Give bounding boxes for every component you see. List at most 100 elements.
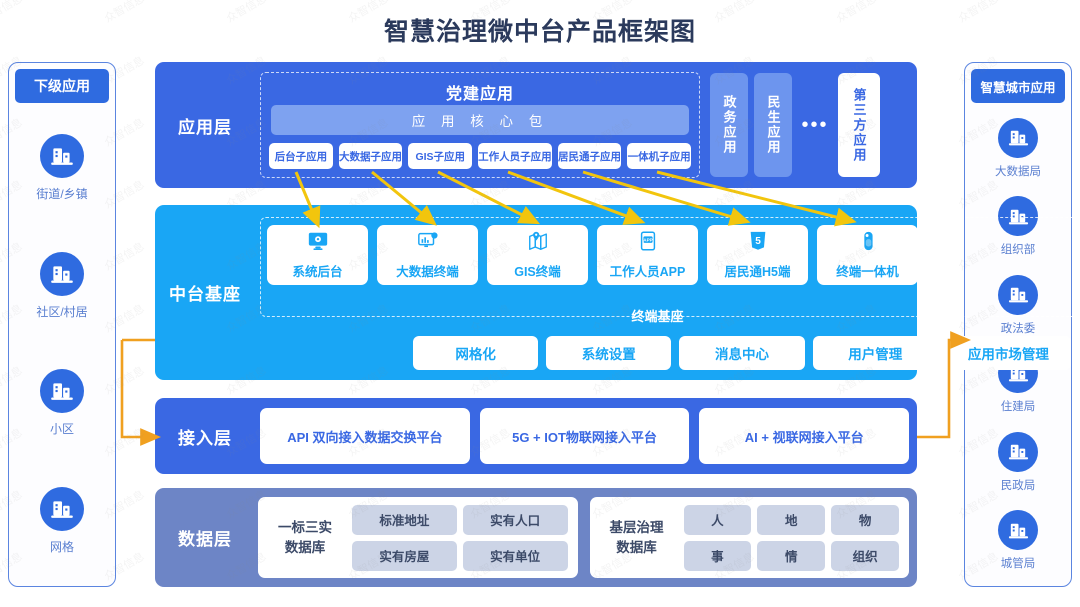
terminal-card-label: 大数据终端 bbox=[396, 265, 459, 279]
building-icon bbox=[40, 487, 84, 532]
sidebar-item-civil-affairs[interactable]: 民政局 bbox=[998, 431, 1038, 493]
service-message-center[interactable]: 消息中心 bbox=[679, 336, 805, 370]
sidebar-item-label: 城管局 bbox=[1000, 558, 1036, 571]
database-cell-list: 标准地址 实有人口 实有房屋 实有单位 bbox=[352, 504, 568, 571]
terminal-card-kiosk[interactable]: 终端一体机 bbox=[817, 225, 918, 285]
building-icon bbox=[40, 133, 84, 178]
database-cell[interactable]: 组织 bbox=[831, 540, 899, 571]
middle-platform-layer-label: 中台基座 bbox=[169, 285, 241, 304]
left-sidebar-panel: 下级应用 街道/乡镇 社区/村居 小区 网格 bbox=[8, 62, 116, 587]
left-connector-elbow bbox=[120, 340, 161, 446]
service-app-market[interactable]: 应用市场管理 bbox=[945, 336, 1072, 370]
mobile-app-icon: APP bbox=[637, 230, 659, 257]
svg-text:5: 5 bbox=[755, 236, 761, 247]
kiosk-icon bbox=[857, 230, 879, 257]
sub-app-chip[interactable]: 居民通子应用 bbox=[557, 143, 622, 169]
database-group-title: 一标三实 数据库 bbox=[268, 518, 342, 557]
sidebar-item-district[interactable]: 小区 bbox=[40, 369, 84, 437]
terminal-card-system-backend[interactable]: 系统后台 bbox=[267, 225, 368, 285]
terminal-base-label: 终端基座 bbox=[631, 309, 684, 324]
ellipsis-icon: ••• bbox=[801, 114, 829, 136]
terminal-card-h5[interactable]: 5 居民通H5端 bbox=[707, 225, 808, 285]
database-cell-list: 人 地 物 事 情 组织 bbox=[683, 504, 899, 571]
database-cell[interactable]: 地 bbox=[757, 504, 826, 535]
application-layer-label: 应用层 bbox=[178, 117, 232, 137]
sub-app-chip[interactable]: 大数据子应用 bbox=[338, 143, 403, 169]
service-user-management[interactable]: 用户管理 bbox=[812, 336, 938, 370]
terminal-card-list: 系统后台 大数据终端 GIS终端 APP 工作人员APP 5 居民通H5端 终端… bbox=[267, 225, 1067, 285]
service-grid-management[interactable]: 网格化 bbox=[413, 336, 539, 370]
building-icon bbox=[998, 510, 1038, 551]
sidebar-item-bigdata-bureau[interactable]: 大数据局 bbox=[995, 117, 1041, 179]
right-sidebar-header: 智慧城市应用 bbox=[971, 69, 1065, 103]
data-layer-label: 数据层 bbox=[178, 530, 232, 549]
government-app-box[interactable]: 政务应用 bbox=[710, 73, 748, 177]
access-layer-label: 接入层 bbox=[178, 428, 232, 448]
party-building-app-group: 党建应用 应 用 核 心 包 后台子应用 大数据子应用 GIS子应用 工作人员子… bbox=[260, 72, 700, 178]
sidebar-item-label: 住建局 bbox=[1000, 401, 1036, 414]
platform-service-list: 网格化 系统设置 消息中心 用户管理 应用市场管理 bbox=[413, 336, 1072, 370]
terminal-card-staff-app[interactable]: APP 工作人员APP bbox=[597, 225, 698, 285]
database-cell[interactable]: 人 bbox=[683, 504, 752, 535]
sidebar-item-street[interactable]: 街道/乡镇 bbox=[36, 133, 88, 202]
database-group-title-line: 一标三实 bbox=[278, 519, 332, 535]
database-cell[interactable]: 标准地址 bbox=[352, 504, 457, 535]
sidebar-item-label: 网格 bbox=[49, 540, 74, 555]
sidebar-item-community[interactable]: 社区/村居 bbox=[36, 251, 88, 320]
access-layer: 接入层 API 双向接入数据交换平台 5G + IOT物联网接入平台 AI + … bbox=[155, 398, 917, 474]
access-platform-ai[interactable]: AI + 视联网接入平台 bbox=[699, 408, 910, 464]
database-cell[interactable]: 事 bbox=[683, 540, 752, 571]
app-core-package: 应 用 核 心 包 bbox=[271, 105, 689, 135]
terminal-card-gis[interactable]: GIS终端 bbox=[487, 225, 588, 285]
map-pin-icon bbox=[527, 230, 549, 257]
sidebar-item-label: 大数据局 bbox=[995, 165, 1041, 178]
access-platform-api[interactable]: API 双向接入数据交换平台 bbox=[260, 408, 470, 464]
sidebar-item-grid[interactable]: 网格 bbox=[40, 487, 84, 555]
sub-app-chip[interactable]: 一体机子应用 bbox=[627, 143, 692, 169]
building-icon bbox=[998, 117, 1038, 158]
database-group-grassroots: 基层治理 数据库 人 地 物 事 情 组织 bbox=[589, 497, 909, 578]
sub-app-chip[interactable]: GIS子应用 bbox=[408, 143, 473, 169]
monitor-gear-icon bbox=[307, 230, 329, 257]
database-cell[interactable]: 实有单位 bbox=[462, 540, 568, 571]
building-icon bbox=[40, 251, 84, 296]
sidebar-item-urban-mgmt[interactable]: 城管局 bbox=[998, 510, 1038, 571]
terminal-card-label: 终端一体机 bbox=[836, 265, 899, 279]
html5-icon: 5 bbox=[747, 230, 769, 257]
livelihood-app-box[interactable]: 民生应用 bbox=[754, 73, 792, 177]
sidebar-item-label: 民政局 bbox=[1000, 479, 1036, 492]
third-party-app-box[interactable]: 第三方应用 bbox=[838, 73, 880, 177]
building-icon bbox=[40, 369, 84, 414]
left-sidebar-header: 下级应用 bbox=[15, 69, 109, 103]
database-group-title-line: 基层治理 bbox=[609, 519, 664, 535]
access-platform-list: API 双向接入数据交换平台 5G + IOT物联网接入平台 AI + 视联网接… bbox=[260, 408, 910, 464]
left-sidebar-items: 街道/乡镇 社区/村居 小区 网格 bbox=[9, 109, 115, 580]
database-group-title: 基层治理 数据库 bbox=[600, 518, 674, 557]
database-group-title-line: 数据库 bbox=[284, 539, 326, 555]
terminal-card-label: 工作人员APP bbox=[609, 265, 686, 279]
database-cell[interactable]: 情 bbox=[757, 540, 826, 571]
building-icon bbox=[998, 431, 1038, 472]
sidebar-item-label: 街道/乡镇 bbox=[36, 186, 88, 201]
sidebar-item-label: 小区 bbox=[49, 422, 74, 437]
service-system-settings[interactable]: 系统设置 bbox=[546, 336, 672, 370]
terminal-card-label: 居民通H5端 bbox=[724, 265, 791, 279]
svg-text:APP: APP bbox=[643, 238, 652, 243]
access-platform-iot[interactable]: 5G + IOT物联网接入平台 bbox=[479, 408, 690, 464]
party-building-app-title: 党建应用 bbox=[445, 86, 514, 103]
terminal-card-bigdata[interactable]: 大数据终端 bbox=[377, 225, 478, 285]
application-layer: 应用层 党建应用 应 用 核 心 包 后台子应用 大数据子应用 GIS子应用 工… bbox=[155, 62, 917, 188]
sub-app-chip[interactable]: 工作人员子应用 bbox=[478, 143, 552, 169]
database-cell[interactable]: 实有房屋 bbox=[352, 540, 457, 571]
terminal-card-label: 系统后台 bbox=[292, 265, 343, 279]
monitor-chart-icon bbox=[417, 230, 439, 257]
terminal-card-label: GIS终端 bbox=[514, 265, 561, 279]
page-title: 智慧治理微中台产品框架图 bbox=[383, 18, 696, 46]
data-layer: 数据层 一标三实 数据库 标准地址 实有人口 实有房屋 实有单位 基层治理 数据… bbox=[155, 488, 917, 587]
database-cell[interactable]: 实有人口 bbox=[462, 504, 568, 535]
database-group-yibiaosanshi: 一标三实 数据库 标准地址 实有人口 实有房屋 实有单位 bbox=[258, 497, 578, 578]
diagram-canvas: 智慧治理微中台产品框架图 下级应用 街道/乡镇 社区/村居 小区 网格 智慧城市… bbox=[0, 0, 1080, 607]
database-cell[interactable]: 物 bbox=[831, 504, 899, 535]
sub-app-chip[interactable]: 后台子应用 bbox=[269, 143, 333, 169]
other-app-group: 政务应用 民生应用 ••• 第三方应用 bbox=[710, 72, 907, 178]
